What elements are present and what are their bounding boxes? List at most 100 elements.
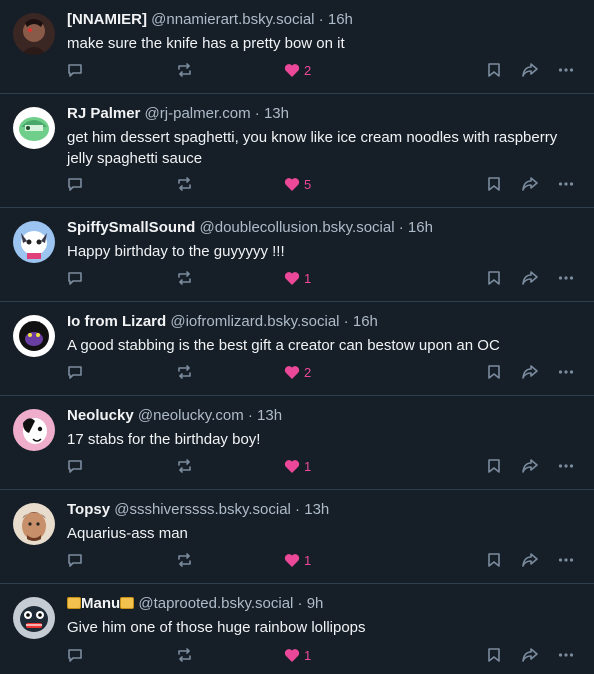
more-options-button[interactable] — [558, 645, 574, 665]
repost-button[interactable] — [176, 362, 193, 382]
author-handle[interactable]: @ssshiverssss.bsky.social — [114, 501, 291, 518]
repost-button[interactable] — [176, 645, 193, 665]
timestamp[interactable]: 9h — [307, 595, 324, 612]
reply-icon — [68, 272, 82, 285]
like-button[interactable]: 5 — [284, 174, 311, 194]
reply-button[interactable] — [67, 456, 83, 476]
bookmark-button[interactable] — [487, 456, 501, 476]
author-name[interactable]: SpiffySmallSound — [67, 219, 195, 236]
like-button[interactable]: 1 — [284, 550, 311, 570]
author-handle[interactable]: @iofromlizard.bsky.social — [170, 313, 339, 330]
author-name[interactable]: Io from Lizard — [67, 313, 166, 330]
bookmark-button[interactable] — [487, 174, 501, 194]
reply-post[interactable]: [NNAMIER] @nnamierart.bsky.social · 16h … — [0, 0, 594, 94]
more-options-button[interactable] — [558, 60, 574, 80]
avatar[interactable] — [13, 221, 55, 263]
like-count: 1 — [304, 458, 312, 474]
bookmark-button[interactable] — [487, 645, 501, 665]
author-name[interactable]: Neolucky — [67, 407, 134, 424]
like-button[interactable]: 1 — [284, 456, 311, 476]
avatar[interactable] — [13, 409, 55, 451]
share-button[interactable] — [521, 362, 539, 382]
like-count: 2 — [304, 62, 312, 78]
author-handle[interactable]: @nnamierart.bsky.social — [151, 11, 314, 28]
bookmark-icon — [488, 177, 500, 191]
reply-button[interactable] — [67, 174, 83, 194]
post-actions: 2 — [0, 362, 594, 382]
timestamp[interactable]: 16h — [353, 313, 378, 330]
separator-dot: · — [293, 595, 307, 612]
author-handle[interactable]: @taprooted.bsky.social — [138, 595, 293, 612]
like-button[interactable]: 2 — [284, 362, 311, 382]
ellipsis-icon — [558, 558, 574, 562]
bookmark-button[interactable] — [487, 362, 501, 382]
author-handle[interactable]: @neolucky.com — [138, 407, 244, 424]
like-button[interactable]: 2 — [284, 60, 311, 80]
repost-button[interactable] — [176, 550, 193, 570]
timestamp[interactable]: 13h — [257, 407, 282, 424]
share-icon — [522, 553, 538, 567]
heart-icon — [284, 648, 300, 662]
avatar[interactable] — [13, 503, 55, 545]
timestamp[interactable]: 16h — [328, 11, 353, 28]
bookmark-icon — [488, 271, 500, 285]
bookmark-button[interactable] — [487, 60, 501, 80]
post-actions: 1 — [0, 268, 594, 288]
avatar[interactable] — [13, 107, 55, 149]
reply-post[interactable]: RJ Palmer @rj-palmer.com · 13h get him d… — [0, 94, 594, 208]
reply-button[interactable] — [67, 550, 83, 570]
reply-post[interactable]: Neolucky @neolucky.com · 13h 17 stabs fo… — [0, 396, 594, 490]
repost-button[interactable] — [176, 60, 193, 80]
avatar[interactable] — [13, 315, 55, 357]
reply-button[interactable] — [67, 362, 83, 382]
author-handle[interactable]: @rj-palmer.com — [145, 105, 251, 122]
more-options-button[interactable] — [558, 456, 574, 476]
share-button[interactable] — [521, 174, 539, 194]
separator-dot: · — [314, 11, 328, 28]
timestamp[interactable]: 13h — [304, 501, 329, 518]
timestamp[interactable]: 16h — [408, 219, 433, 236]
post-actions: 1 — [0, 456, 594, 476]
bookmark-icon — [488, 459, 500, 473]
more-options-button[interactable] — [558, 550, 574, 570]
author-handle[interactable]: @doublecollusion.bsky.social — [200, 219, 395, 236]
reply-button[interactable] — [67, 268, 83, 288]
share-icon — [522, 459, 538, 473]
reply-button[interactable] — [67, 60, 83, 80]
reply-post[interactable]: Manu @taprooted.bsky.social · 9h Give hi… — [0, 584, 594, 674]
post-header: RJ Palmer @rj-palmer.com · 13h — [67, 104, 584, 124]
post-header: Io from Lizard @iofromlizard.bsky.social… — [67, 312, 584, 332]
avatar[interactable] — [13, 13, 55, 55]
repost-button[interactable] — [176, 268, 193, 288]
author-name[interactable]: Topsy — [67, 501, 110, 518]
author-name[interactable]: RJ Palmer — [67, 105, 140, 122]
share-button[interactable] — [521, 645, 539, 665]
more-options-button[interactable] — [558, 174, 574, 194]
reply-feed: [NNAMIER] @nnamierart.bsky.social · 16h … — [0, 0, 594, 674]
avatar[interactable] — [13, 597, 55, 639]
repost-button[interactable] — [176, 456, 193, 476]
reply-post[interactable]: Topsy @ssshiverssss.bsky.social · 13h Aq… — [0, 490, 594, 584]
more-options-button[interactable] — [558, 362, 574, 382]
heart-icon — [284, 553, 300, 567]
reply-post[interactable]: SpiffySmallSound @doublecollusion.bsky.s… — [0, 208, 594, 302]
post-header: Topsy @ssshiverssss.bsky.social · 13h — [67, 500, 584, 520]
post-text: Give him one of those huge rainbow lolli… — [67, 619, 366, 636]
bookmark-button[interactable] — [487, 268, 501, 288]
bookmark-button[interactable] — [487, 550, 501, 570]
reply-post[interactable]: Io from Lizard @iofromlizard.bsky.social… — [0, 302, 594, 396]
like-button[interactable]: 1 — [284, 645, 311, 665]
reply-button[interactable] — [67, 645, 83, 665]
more-options-button[interactable] — [558, 268, 574, 288]
share-button[interactable] — [521, 60, 539, 80]
author-name[interactable]: Manu — [81, 595, 120, 612]
share-button[interactable] — [521, 550, 539, 570]
heart-icon — [284, 271, 300, 285]
repost-button[interactable] — [176, 174, 193, 194]
like-button[interactable]: 1 — [284, 268, 311, 288]
share-button[interactable] — [521, 456, 539, 476]
timestamp[interactable]: 13h — [264, 105, 289, 122]
share-button[interactable] — [521, 268, 539, 288]
repost-icon — [178, 459, 191, 473]
author-name[interactable]: [NNAMIER] — [67, 11, 147, 28]
